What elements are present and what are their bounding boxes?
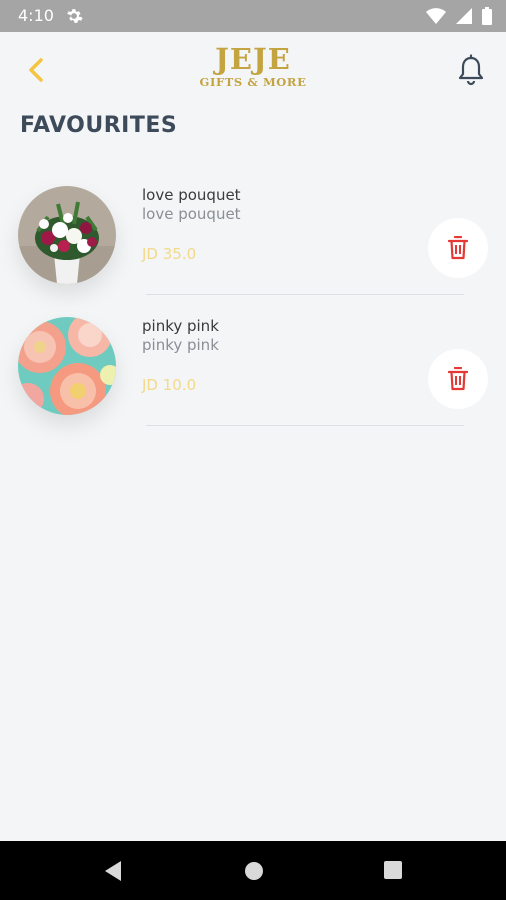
- logo-subtitle: GIFTS & MORE: [199, 75, 307, 89]
- product-thumbnail[interactable]: [18, 186, 118, 286]
- product-description: pinky pink: [142, 336, 219, 354]
- favourite-item[interactable]: love pouquet love pouquet JD 35.0: [0, 168, 506, 298]
- nav-recents-icon[interactable]: [384, 861, 402, 879]
- status-time: 4:10: [18, 6, 54, 25]
- favourite-item[interactable]: pinky pink pinky pink JD 10.0: [0, 299, 506, 429]
- page-title: FAVOURITES: [20, 113, 178, 138]
- product-name: love pouquet: [142, 186, 241, 204]
- logo-title: JEJE: [215, 42, 291, 76]
- wifi-icon: [426, 8, 446, 24]
- delete-favourite-button[interactable]: [428, 218, 488, 278]
- divider: [146, 425, 464, 426]
- nav-back-icon[interactable]: [103, 860, 123, 882]
- system-navigation-bar: [0, 841, 506, 900]
- status-bar: 4:10: [0, 0, 506, 32]
- back-chevron-icon[interactable]: [24, 56, 48, 84]
- app-bar: JEJE GIFTS & MORE: [0, 32, 506, 108]
- bouquet-image: [18, 186, 116, 284]
- product-description: love pouquet: [142, 205, 241, 223]
- nav-home-icon[interactable]: [244, 861, 264, 881]
- product-thumbnail[interactable]: [18, 317, 118, 417]
- product-name: pinky pink: [142, 317, 219, 335]
- notification-bell-icon[interactable]: [456, 54, 486, 86]
- settings-gear-icon: [67, 9, 83, 23]
- trash-icon: [448, 236, 468, 260]
- divider: [146, 294, 464, 295]
- signal-icon: [456, 8, 472, 24]
- pink-flowers-image: [18, 317, 116, 415]
- brand-logo: JEJE GIFTS & MORE: [190, 44, 316, 102]
- delete-favourite-button[interactable]: [428, 349, 488, 409]
- product-price: JD 35.0: [142, 245, 197, 263]
- battery-icon: [482, 7, 492, 25]
- product-price: JD 10.0: [142, 376, 197, 394]
- trash-icon: [448, 367, 468, 391]
